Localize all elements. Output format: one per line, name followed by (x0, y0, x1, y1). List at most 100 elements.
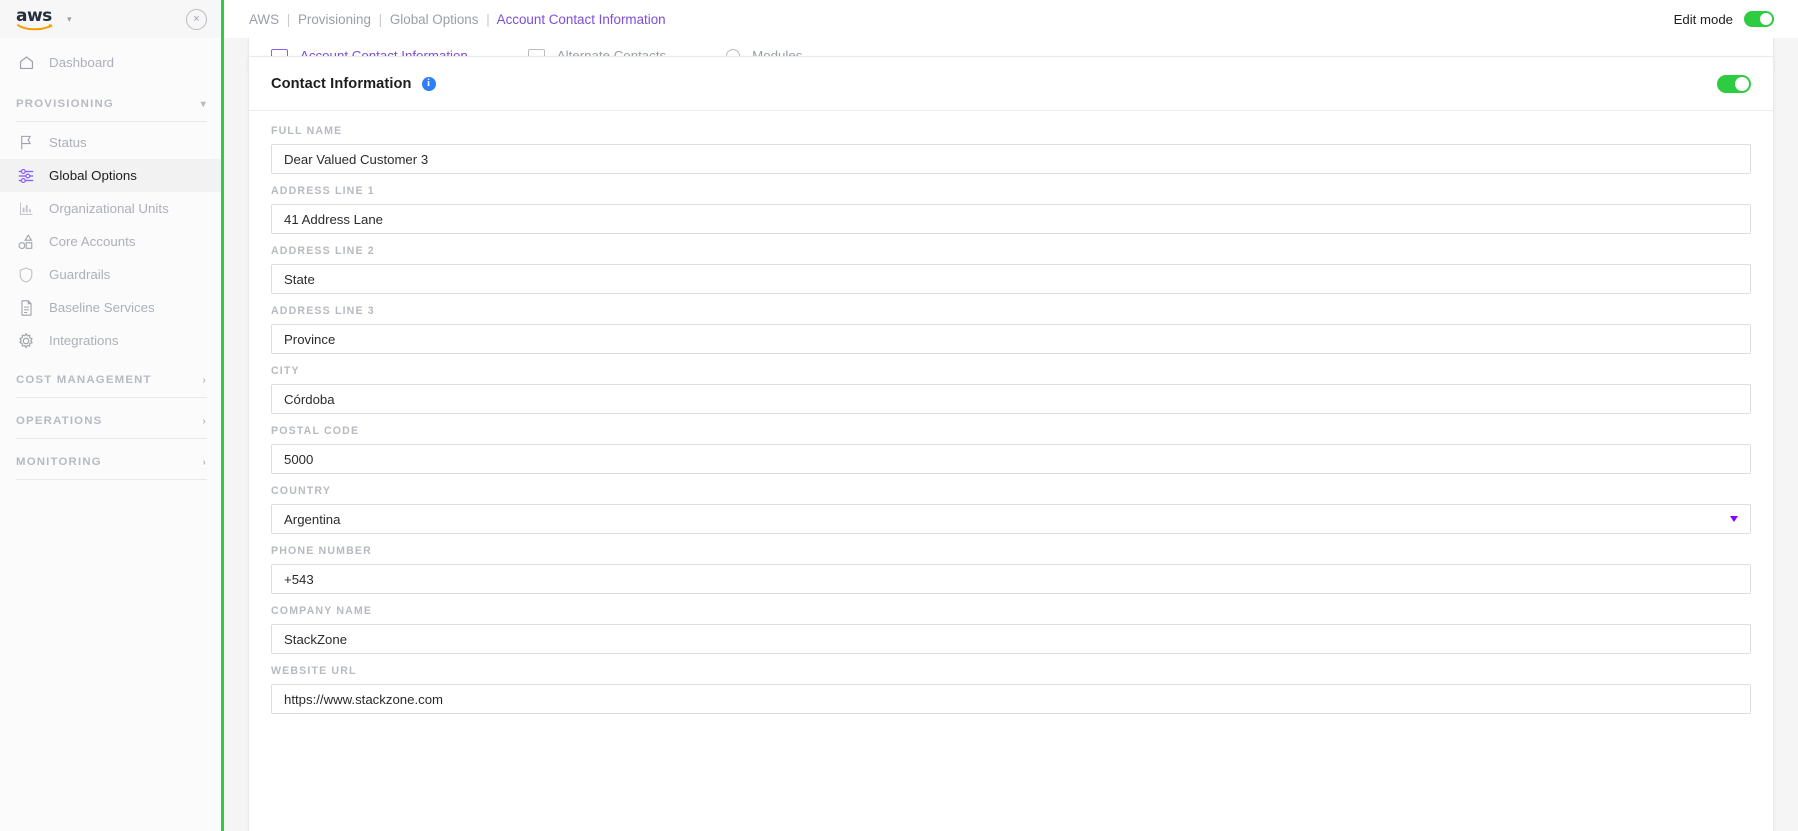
breadcrumb: AWS | Provisioning | Global Options | Ac… (249, 12, 666, 27)
sidebar-item-label: Integrations (49, 333, 119, 348)
full-name-input[interactable]: Dear Valued Customer 3 (271, 144, 1751, 174)
breadcrumb-item-account-contact-information[interactable]: Account Contact Information (497, 12, 666, 27)
postal-code-input[interactable]: 5000 (271, 444, 1751, 474)
sidebar-item-dashboard[interactable]: Dashboard (0, 46, 221, 79)
sidebar-item-label: Global Options (49, 168, 137, 183)
sidebar-section-label: OPERATIONS (16, 415, 103, 427)
sidebar-section-provisioning[interactable]: PROVISIONING ▾ (0, 87, 221, 121)
company-name-input[interactable]: StackZone (271, 624, 1751, 654)
city-input[interactable]: Córdoba (271, 384, 1751, 414)
field-country: COUNTRY Argentina (271, 485, 1751, 534)
sidebar-item-label: Dashboard (49, 55, 115, 70)
breadcrumb-item-global-options[interactable]: Global Options (390, 12, 479, 27)
address-line-3-input[interactable]: Province (271, 324, 1751, 354)
sidebar-item-organizational-units[interactable]: Organizational Units (0, 192, 221, 225)
aws-logo[interactable]: aws (16, 7, 58, 31)
sidebar-item-label: Baseline Services (49, 300, 155, 315)
field-full-name: FULL NAME Dear Valued Customer 3 (271, 125, 1751, 174)
breadcrumb-separator: | (286, 11, 291, 27)
sidebar: aws ▾ × Dashboard PROVISIONING ▾ Status … (0, 0, 224, 831)
field-label: FULL NAME (271, 125, 343, 137)
field-label: COUNTRY (271, 485, 332, 497)
field-label: ADDRESS LINE 1 (271, 185, 375, 197)
field-label: PHONE NUMBER (271, 545, 372, 557)
sidebar-section-label: COST MANAGEMENT (16, 374, 152, 386)
close-icon[interactable]: × (186, 8, 207, 30)
gear-icon (16, 331, 36, 351)
toggle-knob (1760, 13, 1772, 25)
sidebar-divider (16, 479, 207, 480)
chevron-right-icon: › (202, 374, 207, 386)
field-address-line-2: ADDRESS LINE 2 State (271, 245, 1751, 294)
sidebar-item-label: Guardrails (49, 267, 111, 282)
sidebar-item-guardrails[interactable]: Guardrails (0, 258, 221, 291)
chevron-down-icon: ▾ (200, 98, 207, 110)
sidebar-divider (16, 397, 207, 398)
flag-icon (16, 133, 36, 153)
breadcrumb-separator: | (378, 11, 383, 27)
sidebar-divider (16, 438, 207, 439)
field-postal-code: POSTAL CODE 5000 (271, 425, 1751, 474)
sidebar-section-operations[interactable]: OPERATIONS › (0, 404, 221, 438)
chevron-down-icon (1730, 516, 1738, 522)
field-phone-number: PHONE NUMBER +543 (271, 545, 1751, 594)
bar-chart-icon (16, 199, 36, 219)
sidebar-section-label: PROVISIONING (16, 98, 114, 110)
sidebar-item-label: Organizational Units (49, 201, 169, 216)
chevron-down-icon[interactable]: ▾ (67, 14, 72, 24)
app-root: aws ▾ × Dashboard PROVISIONING ▾ Status … (0, 0, 1798, 831)
sidebar-item-integrations[interactable]: Integrations (0, 324, 221, 357)
field-label: ADDRESS LINE 3 (271, 305, 375, 317)
sidebar-item-label: Core Accounts (49, 234, 136, 249)
topbar: AWS | Provisioning | Global Options | Ac… (224, 0, 1798, 38)
content-scroll-area: Account Contact Information Alternate Co… (224, 22, 1798, 831)
sidebar-section-label: MONITORING (16, 456, 102, 468)
field-label: COMPANY NAME (271, 605, 373, 617)
sidebar-section-monitoring[interactable]: MONITORING › (0, 445, 221, 479)
shapes-icon (16, 232, 36, 252)
edit-mode-toggle[interactable] (1744, 11, 1774, 27)
field-label: WEBSITE URL (271, 665, 357, 677)
toggle-knob (1735, 76, 1749, 91)
country-select[interactable]: Argentina (271, 504, 1751, 534)
sidebar-item-baseline-services[interactable]: Baseline Services (0, 291, 221, 324)
main-area: AWS | Provisioning | Global Options | Ac… (224, 0, 1798, 831)
card-header: Contact Information i (249, 57, 1773, 111)
sidebar-item-global-options[interactable]: Global Options (0, 159, 221, 192)
field-company-name: COMPANY NAME StackZone (271, 605, 1751, 654)
sidebar-item-label: Status (49, 135, 87, 150)
contact-information-toggle[interactable] (1717, 74, 1751, 93)
phone-number-input[interactable]: +543 (271, 564, 1751, 594)
breadcrumb-item-aws[interactable]: AWS (249, 12, 279, 27)
sliders-icon (16, 166, 36, 186)
field-address-line-3: ADDRESS LINE 3 Province (271, 305, 1751, 354)
chevron-right-icon: › (202, 456, 207, 468)
contact-information-form: FULL NAME Dear Valued Customer 3 ADDRESS… (249, 111, 1773, 747)
field-label: ADDRESS LINE 2 (271, 245, 375, 257)
field-address-line-1: ADDRESS LINE 1 41 Address Lane (271, 185, 1751, 234)
sidebar-item-status[interactable]: Status (0, 126, 221, 159)
breadcrumb-separator: | (486, 11, 490, 27)
edit-mode-label: Edit mode (1673, 11, 1733, 27)
document-icon (16, 298, 36, 318)
field-label: CITY (271, 365, 300, 377)
aws-smile-icon (17, 23, 53, 30)
page-title: Contact Information (271, 75, 412, 92)
breadcrumb-item-provisioning[interactable]: Provisioning (298, 12, 371, 27)
contact-information-card: Contact Information i FULL NAME Dear Val… (248, 56, 1774, 831)
home-icon (16, 53, 36, 73)
info-icon[interactable]: i (421, 76, 436, 91)
address-line-2-input[interactable]: State (271, 264, 1751, 294)
field-city: CITY Córdoba (271, 365, 1751, 414)
sidebar-nav: Dashboard PROVISIONING ▾ Status Global O… (0, 38, 221, 484)
sidebar-header: aws ▾ × (0, 0, 221, 38)
chevron-right-icon: › (202, 415, 207, 427)
sidebar-section-cost-management[interactable]: COST MANAGEMENT › (0, 363, 221, 397)
edit-mode-control: Edit mode (1674, 11, 1774, 27)
website-url-input[interactable]: https://www.stackzone.com (271, 684, 1751, 714)
address-line-1-input[interactable]: 41 Address Lane (271, 204, 1751, 234)
field-website-url: WEBSITE URL https://www.stackzone.com (271, 665, 1751, 714)
sidebar-item-core-accounts[interactable]: Core Accounts (0, 225, 221, 258)
shield-icon (16, 265, 36, 285)
field-label: POSTAL CODE (271, 425, 360, 437)
